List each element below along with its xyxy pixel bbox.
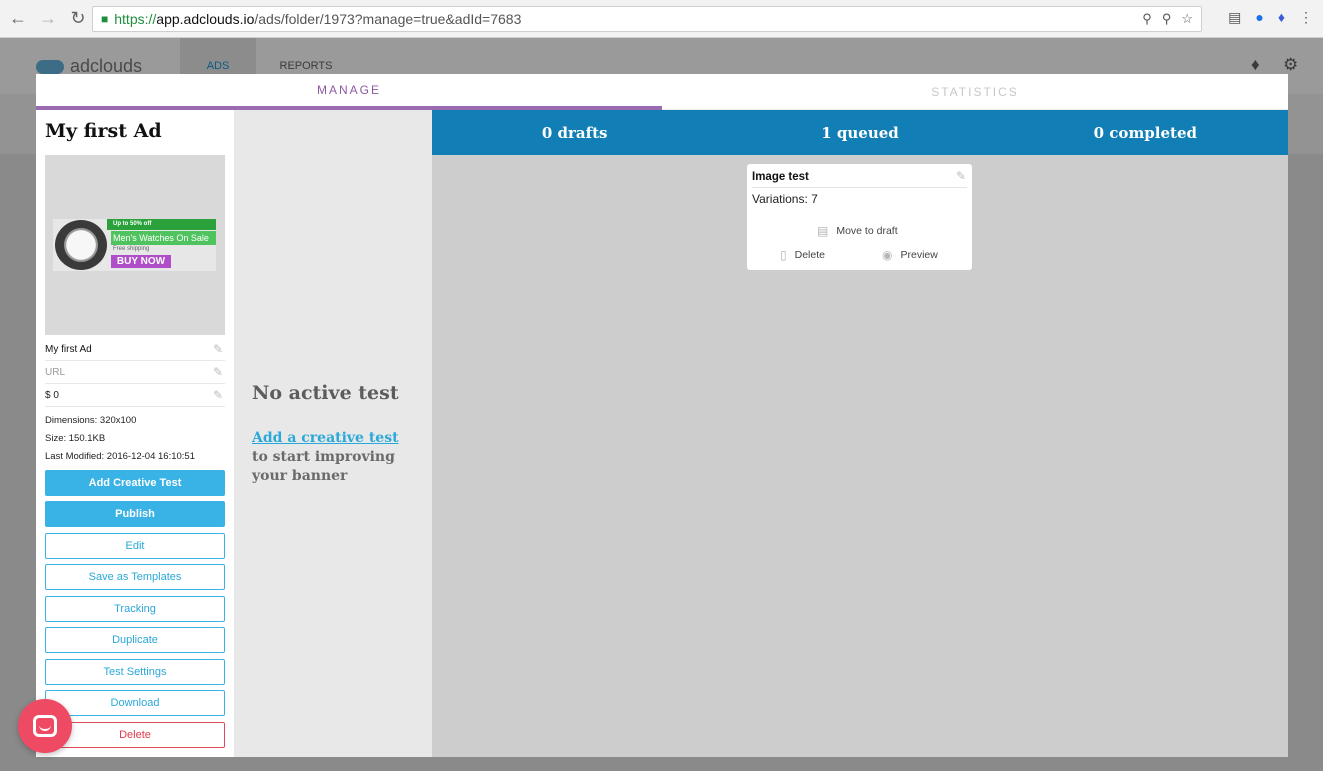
delete-button[interactable]: Delete (45, 722, 225, 748)
reload-icon[interactable]: ↻ (66, 7, 90, 31)
lock-icon: ■ (101, 12, 109, 26)
chat-launcher-button[interactable] (18, 699, 72, 753)
card-delete-label: Delete (794, 249, 825, 261)
duplicate-button[interactable]: Duplicate (45, 627, 225, 653)
card-divider (752, 187, 967, 188)
ad-url-placeholder: URL (45, 366, 66, 378)
card-preview-label: Preview (900, 249, 938, 261)
browser-toolbar: ← → ↻ ■ https:// app.adclouds.io /ads/fo… (0, 0, 1323, 38)
pencil-icon[interactable]: ✎ (213, 342, 223, 356)
url-scheme: https:// (114, 11, 157, 27)
star-icon[interactable]: ☆ (1181, 11, 1193, 27)
chat-icon (33, 715, 57, 737)
download-button[interactable]: Download (45, 690, 225, 716)
watch-image (55, 220, 107, 270)
ad-title: My first Ad (45, 120, 162, 142)
cast-icon[interactable]: ▤ (1228, 9, 1241, 26)
ad-price-field[interactable]: $ 0 ✎ (45, 384, 225, 407)
move-to-draft-icon: ▤ (817, 224, 829, 238)
move-to-draft-label: Move to draft (836, 225, 898, 237)
test-card-name: Image test (752, 171, 809, 183)
url-path: /ads/folder/1973?manage=true&adId=7683 (254, 11, 522, 27)
trash-icon: ▯ (780, 248, 787, 262)
banner-cta: BUY NOW (111, 255, 171, 268)
column-drafts: 0 drafts (541, 123, 608, 142)
ad-name-field[interactable]: My first Ad ✎ (45, 338, 225, 361)
banner-headline: Men's Watches On Sale (111, 231, 216, 245)
pencil-icon[interactable]: ✎ (213, 365, 223, 379)
save-as-templates-button[interactable]: Save as Templates (45, 564, 225, 590)
column-completed: 0 completed (1093, 123, 1197, 142)
ad-name-value: My first Ad (45, 343, 92, 355)
cloud-logo-icon (36, 59, 64, 74)
publish-button[interactable]: Publish (45, 501, 225, 527)
tab-statistics[interactable]: STATISTICS (662, 74, 1288, 110)
tracking-button[interactable]: Tracking (45, 596, 225, 622)
address-bar[interactable]: ■ https:// app.adclouds.io /ads/folder/1… (92, 6, 1202, 32)
card-delete-button[interactable]: ▯ Delete (780, 248, 825, 262)
active-test-panel: No active test Add a creative test to st… (234, 110, 432, 757)
pencil-icon[interactable]: ✎ (956, 169, 966, 183)
extension-icon[interactable]: ● (1255, 9, 1263, 26)
add-creative-test-button[interactable]: Add Creative Test (45, 470, 225, 496)
modal-tabs: MANAGE STATISTICS (36, 74, 1288, 110)
back-arrow-icon[interactable]: ← (6, 7, 30, 31)
ad-url-field[interactable]: URL ✎ (45, 361, 225, 384)
board-header: 0 drafts 1 queued 0 completed (432, 110, 1288, 155)
extension-icon[interactable]: ♦ (1278, 9, 1285, 26)
column-queued: 1 queued (821, 123, 899, 142)
menu-dots-icon[interactable]: ⋮ (1299, 9, 1313, 26)
ad-dimensions: Dimensions: 320x100 (45, 415, 137, 426)
ad-preview: Up to 50% off Men's Watches On Sale Free… (45, 155, 225, 335)
test-board: 0 drafts 1 queued 0 completed Image test… (432, 110, 1288, 757)
pencil-icon[interactable]: ✎ (213, 388, 223, 402)
banner-preview: Up to 50% off Men's Watches On Sale Free… (53, 219, 216, 271)
ad-last-modified: Last Modified: 2016-12-04 16:10:51 (45, 451, 195, 462)
ad-manage-modal: MANAGE STATISTICS My first Ad Up to 50% … (36, 74, 1288, 757)
ad-details-sidebar: My first Ad Up to 50% off Men's Watches … (36, 110, 234, 757)
zoom-icon[interactable]: ⚲ (1162, 11, 1172, 27)
edit-button[interactable]: Edit (45, 533, 225, 559)
url-host: app.adclouds.io (156, 11, 255, 27)
test-settings-button[interactable]: Test Settings (45, 659, 225, 685)
ad-price-value: $ 0 (45, 389, 59, 401)
key-icon[interactable]: ⚲ (1142, 11, 1152, 27)
test-card: Image test ✎ Variations: 7 ▤ Move to dra… (747, 164, 972, 270)
add-test-description: to start improving your banner (252, 449, 395, 484)
test-card-variations: Variations: 7 (752, 192, 818, 206)
banner-subline: Free shipping (113, 246, 150, 252)
bell-icon[interactable]: ♦ (1251, 55, 1271, 75)
add-creative-test-link[interactable]: Add a creative test (252, 430, 399, 446)
banner-ribbon: Up to 50% off (107, 219, 216, 230)
tab-manage[interactable]: MANAGE (36, 74, 662, 110)
gear-icon[interactable]: ⚙ (1283, 55, 1303, 75)
no-active-test-heading: No active test (252, 382, 399, 404)
forward-arrow-icon[interactable]: → (36, 7, 60, 31)
card-preview-button[interactable]: ◉ Preview (882, 248, 938, 262)
eye-icon: ◉ (882, 248, 893, 262)
ad-size: Size: 150.1KB (45, 433, 106, 444)
move-to-draft-button[interactable]: ▤ Move to draft (817, 224, 898, 238)
